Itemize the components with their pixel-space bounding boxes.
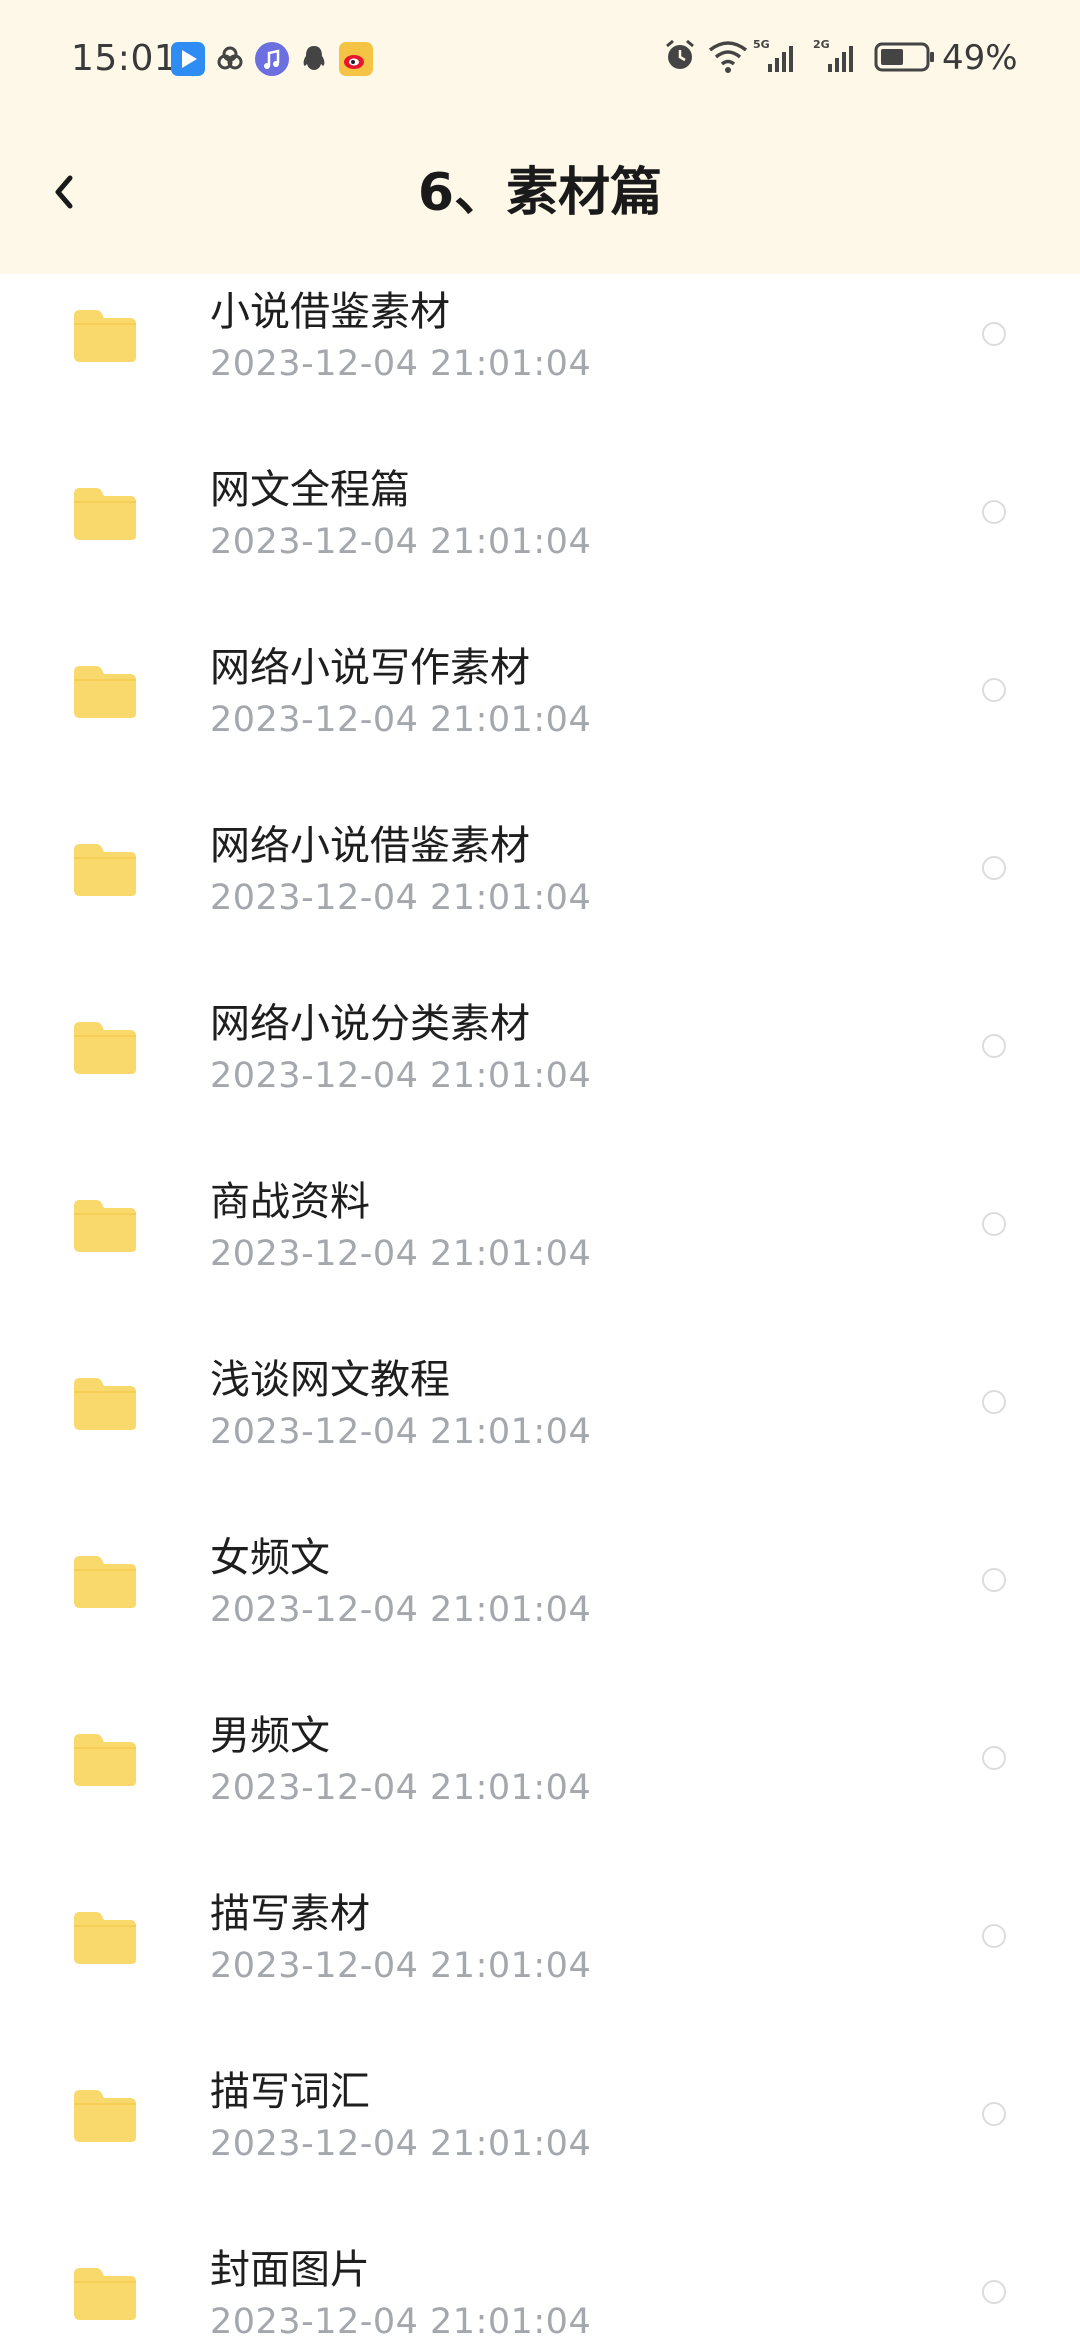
select-radio[interactable] (982, 1746, 1006, 1770)
qq-icon (297, 42, 331, 76)
folder-date: 2023-12-04 21:01:04 (210, 878, 592, 918)
select-radio[interactable] (982, 1034, 1006, 1058)
folder-icon (74, 310, 136, 362)
folder-date: 2023-12-04 21:01:04 (210, 2302, 592, 2340)
select-radio[interactable] (982, 2280, 1006, 2304)
network-2g-label: 2G (813, 38, 830, 51)
folder-icon (74, 666, 136, 718)
folder-name: 封面图片 (210, 2247, 370, 2293)
folder-icon (74, 488, 136, 540)
folder-icon (74, 2268, 136, 2320)
wifi-icon (706, 36, 750, 76)
folder-name: 网络小说借鉴素材 (210, 823, 530, 869)
folder-icon (74, 2090, 136, 2142)
folder-row[interactable]: 网络小说借鉴素材 2023-12-04 21:01:04 (0, 804, 1080, 982)
folder-date: 2023-12-04 21:01:04 (210, 700, 592, 740)
folder-date: 2023-12-04 21:01:04 (210, 1590, 592, 1630)
page-title: 6、素材篇 (417, 163, 663, 223)
folder-icon (74, 1556, 136, 1608)
folder-icon (74, 1200, 136, 1252)
folder-row[interactable]: 描写词汇 2023-12-04 21:01:04 (0, 2050, 1080, 2228)
status-bar: 15:01 5G 2G 49% (0, 0, 1080, 118)
screen: 15:01 5G 2G 49% 6、素材篇 小说借鉴素材 2023-12-04 … (0, 0, 1080, 2340)
signal-2-icon: 2G (812, 36, 862, 76)
signal-icon: 5G (752, 36, 802, 76)
folder-name: 描写词汇 (210, 2069, 370, 2115)
folder-row[interactable]: 小说借鉴素材 2023-12-04 21:01:04 (0, 274, 1080, 448)
folder-date: 2023-12-04 21:01:04 (210, 1946, 592, 1986)
alarm-icon (662, 36, 698, 76)
header-bar: 6、素材篇 (0, 118, 1080, 274)
folder-date: 2023-12-04 21:01:04 (210, 344, 592, 384)
folder-row[interactable]: 封面图片 2023-12-04 21:01:04 (0, 2228, 1080, 2340)
folder-date: 2023-12-04 21:01:04 (210, 1056, 592, 1096)
folder-name: 女频文 (210, 1535, 330, 1581)
select-radio[interactable] (982, 500, 1006, 524)
select-radio[interactable] (982, 1568, 1006, 1592)
folder-icon (74, 1378, 136, 1430)
folder-row[interactable]: 男频文 2023-12-04 21:01:04 (0, 1694, 1080, 1872)
folder-name: 男频文 (210, 1713, 330, 1759)
folder-icon (74, 844, 136, 896)
select-radio[interactable] (982, 322, 1006, 346)
select-radio[interactable] (982, 1212, 1006, 1236)
folder-row[interactable]: 网络小说写作素材 2023-12-04 21:01:04 (0, 626, 1080, 804)
folder-name: 商战资料 (210, 1179, 370, 1225)
folder-name: 浅谈网文教程 (210, 1357, 450, 1403)
folder-list: 小说借鉴素材 2023-12-04 21:01:04 网文全程篇 2023-12… (0, 274, 1080, 2340)
play-store-icon (171, 42, 205, 76)
select-radio[interactable] (982, 2102, 1006, 2126)
music-app-icon (255, 42, 289, 76)
folder-date: 2023-12-04 21:01:04 (210, 1412, 592, 1452)
folder-icon (74, 1912, 136, 1964)
battery-icon (874, 36, 936, 76)
link-app-icon (213, 42, 247, 76)
folder-name: 网络小说写作素材 (210, 645, 530, 691)
folder-date: 2023-12-04 21:01:04 (210, 1234, 592, 1274)
folder-row[interactable]: 商战资料 2023-12-04 21:01:04 (0, 1160, 1080, 1338)
status-time: 15:01 (71, 38, 178, 79)
select-radio[interactable] (982, 856, 1006, 880)
select-radio[interactable] (982, 1924, 1006, 1948)
network-5g-label: 5G (753, 38, 770, 51)
folder-name: 描写素材 (210, 1891, 370, 1937)
folder-row[interactable]: 描写素材 2023-12-04 21:01:04 (0, 1872, 1080, 2050)
battery-percent: 49% (942, 38, 1018, 78)
folder-icon (74, 1734, 136, 1786)
select-radio[interactable] (982, 678, 1006, 702)
folder-name: 网文全程篇 (210, 467, 410, 513)
weibo-icon (339, 42, 373, 76)
folder-date: 2023-12-04 21:01:04 (210, 522, 592, 562)
folder-row[interactable]: 网络小说分类素材 2023-12-04 21:01:04 (0, 982, 1080, 1160)
folder-row[interactable]: 女频文 2023-12-04 21:01:04 (0, 1516, 1080, 1694)
folder-date: 2023-12-04 21:01:04 (210, 2124, 592, 2164)
folder-icon (74, 1022, 136, 1074)
folder-name: 小说借鉴素材 (210, 289, 450, 335)
folder-date: 2023-12-04 21:01:04 (210, 1768, 592, 1808)
folder-row[interactable]: 网文全程篇 2023-12-04 21:01:04 (0, 448, 1080, 626)
select-radio[interactable] (982, 1390, 1006, 1414)
folder-row[interactable]: 浅谈网文教程 2023-12-04 21:01:04 (0, 1338, 1080, 1516)
folder-name: 网络小说分类素材 (210, 1001, 530, 1047)
